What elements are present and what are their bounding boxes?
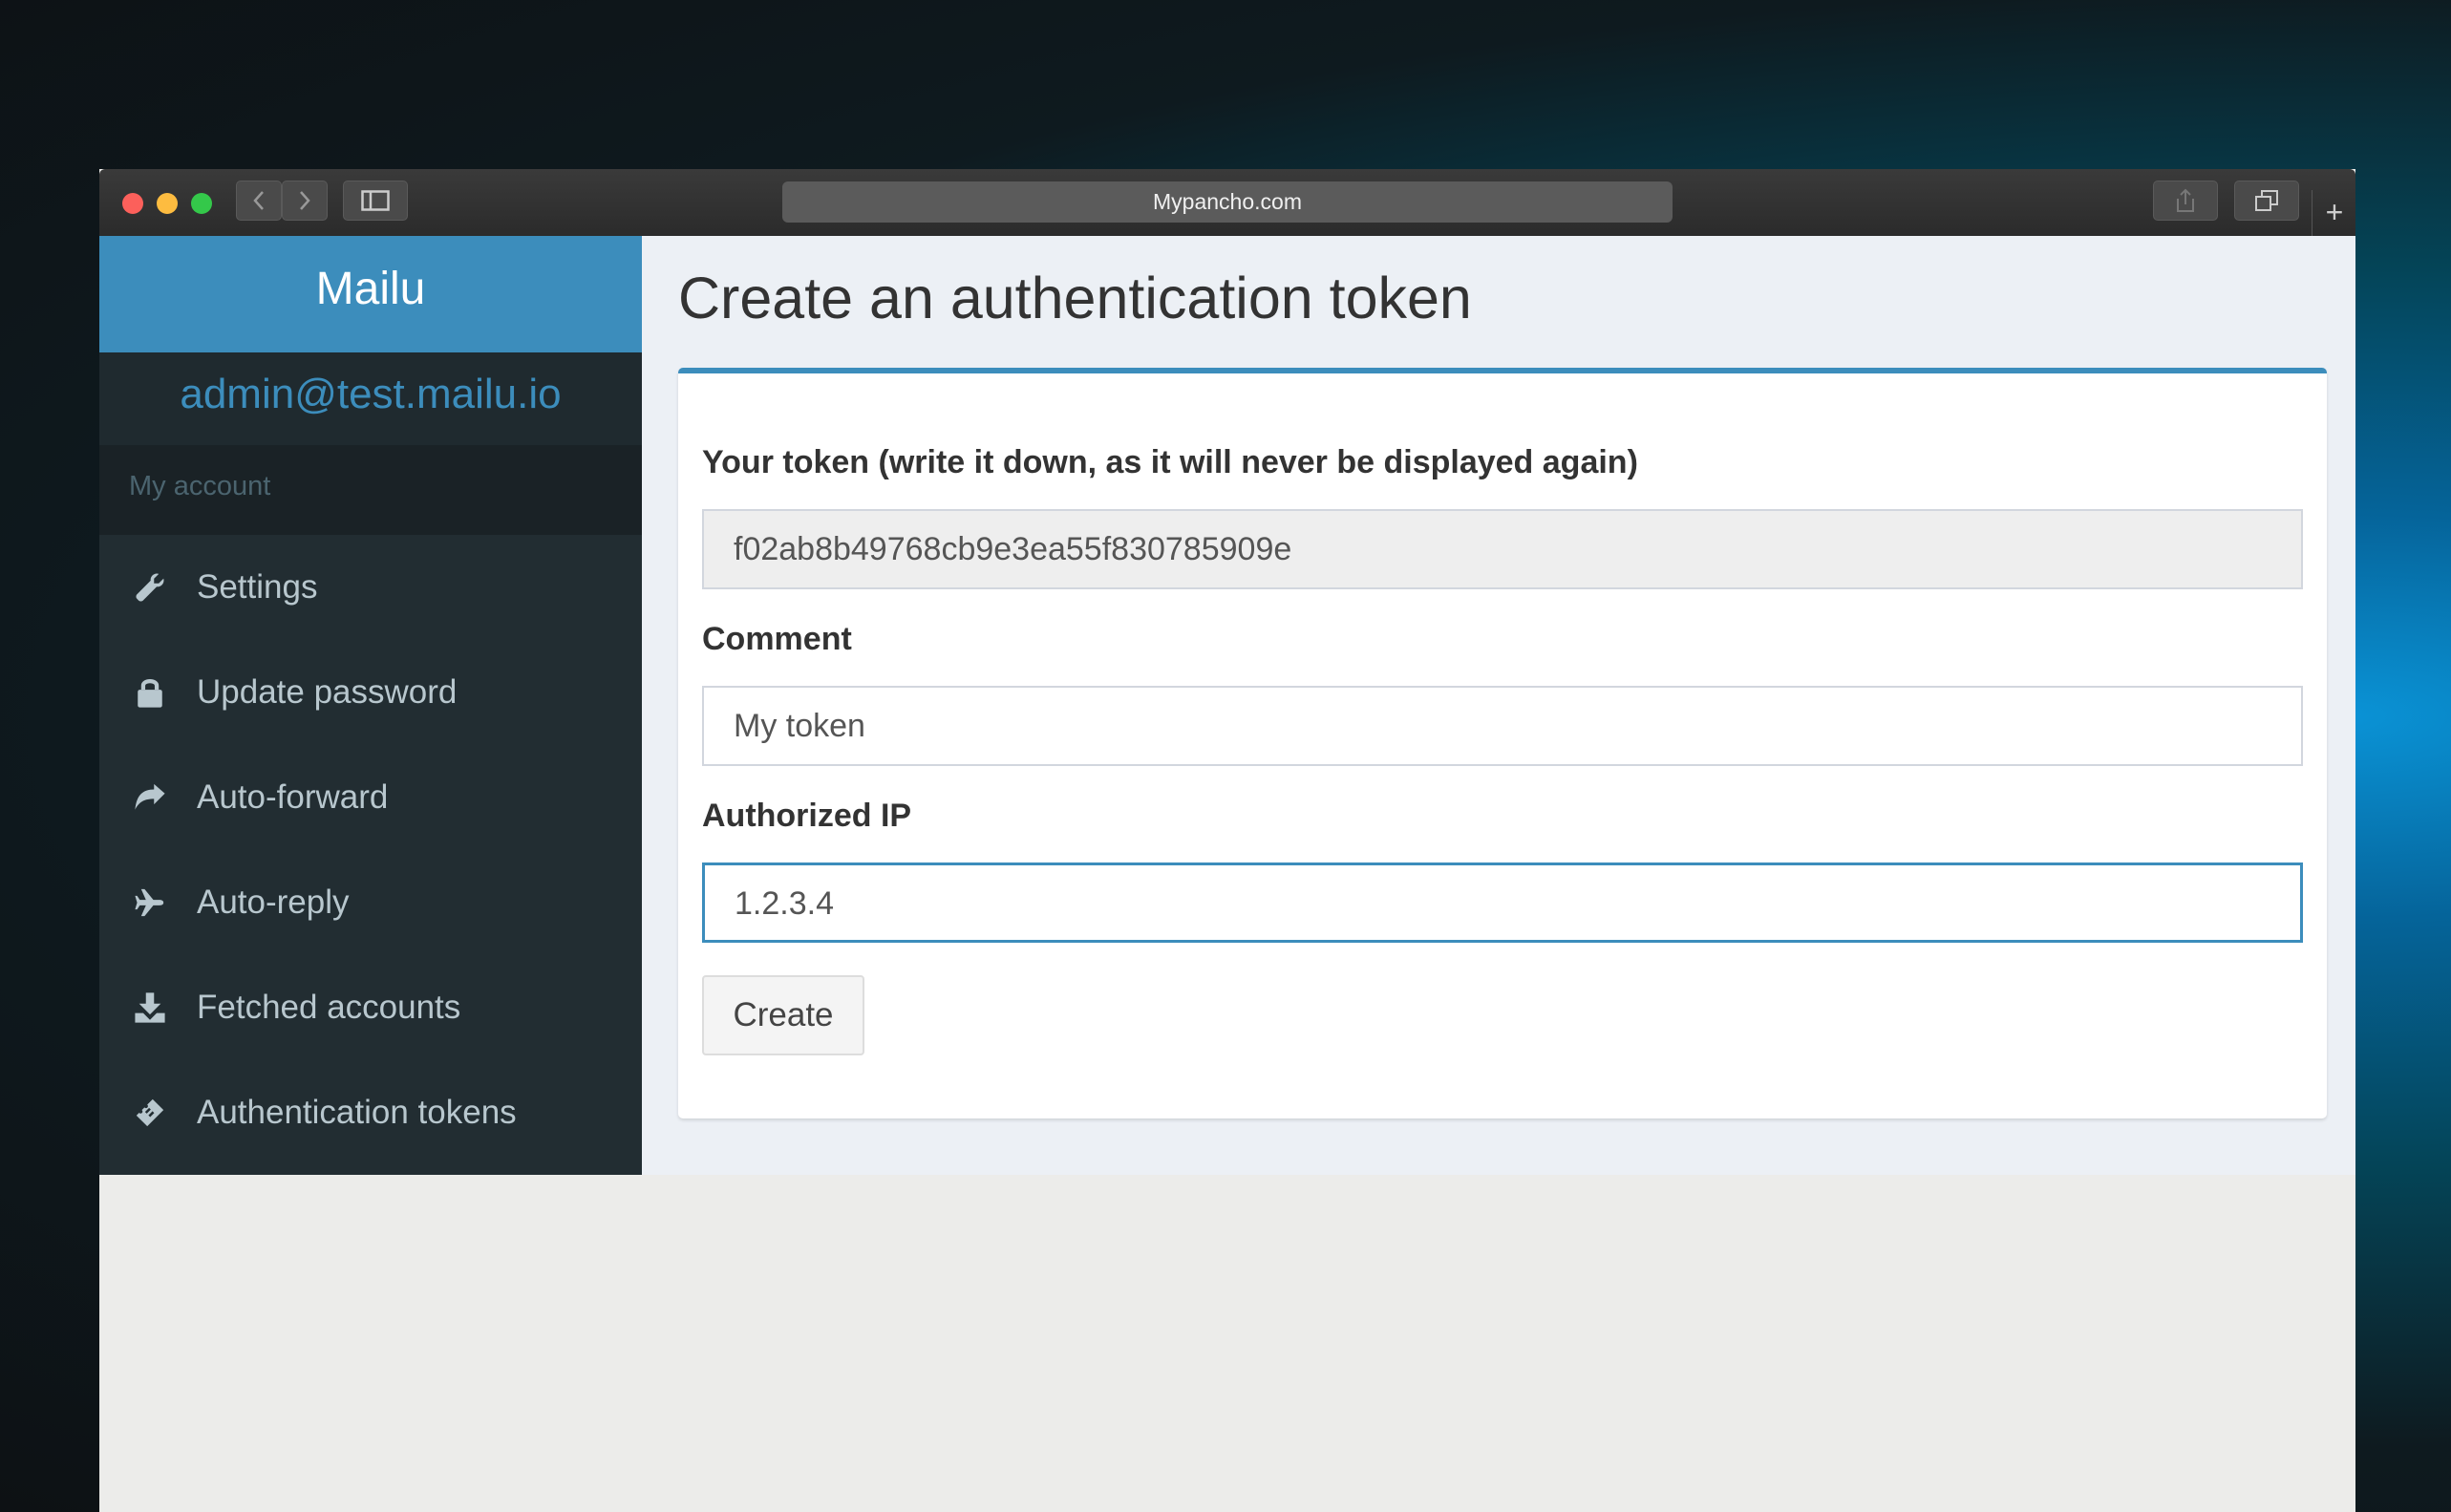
sidebar-section-header: My account — [99, 445, 642, 535]
comment-field[interactable]: My token — [702, 686, 2303, 766]
sidebar-item-label: Settings — [197, 568, 318, 606]
sidebar-item-label: Fetched accounts — [197, 989, 461, 1026]
create-button[interactable]: Create — [702, 975, 864, 1055]
browser-window: Mypancho.com + Mailu admin@test.mailu.io… — [99, 169, 2355, 1512]
token-form-box: Your token (write it down, as it will ne… — [678, 368, 2327, 1118]
tabs-overview-button[interactable] — [2234, 181, 2299, 221]
wrench-icon — [136, 573, 164, 602]
sidebar-item-fetched-accounts[interactable]: Fetched accounts — [99, 955, 642, 1060]
lock-icon — [138, 679, 162, 708]
sidebar-item-label: Authentication tokens — [197, 1094, 517, 1131]
user-email: admin@test.mailu.io — [99, 352, 642, 445]
sidebar-item-settings[interactable]: Settings — [99, 535, 642, 640]
ticket-icon — [136, 1098, 164, 1127]
chevron-right-icon — [300, 191, 310, 210]
authorized-ip-label: Authorized IP — [702, 798, 912, 834]
page-title: Create an authentication token — [678, 266, 1472, 330]
authorized-ip-field[interactable]: 1.2.3.4 — [702, 862, 2303, 943]
new-tab-button[interactable]: + — [2312, 190, 2356, 236]
address-bar[interactable]: Mypancho.com — [782, 181, 1673, 223]
sidebar-item-authentication-tokens[interactable]: Authentication tokens — [99, 1060, 642, 1165]
browser-titlebar: Mypancho.com + — [99, 169, 2355, 237]
sidebar-toggle-button[interactable] — [343, 181, 408, 221]
sidebar-item-label: Auto-reply — [197, 884, 350, 921]
sidebar: Mailu admin@test.mailu.io My account Set… — [99, 236, 642, 1175]
share-arrow-icon — [135, 783, 165, 810]
url-text: Mypancho.com — [1153, 189, 1302, 214]
share-icon — [2177, 188, 2194, 212]
plus-icon: + — [2325, 195, 2344, 229]
sidebar-item-update-password[interactable]: Update password — [99, 640, 642, 745]
sidebar-item-label: Auto-forward — [197, 778, 389, 816]
share-button[interactable] — [2153, 181, 2218, 221]
brand-logo[interactable]: Mailu — [99, 236, 642, 352]
maximize-window-button[interactable] — [191, 193, 212, 214]
token-field[interactable]: f02ab8b49768cb9e3ea55f830785909e — [702, 509, 2303, 589]
comment-label: Comment — [702, 621, 852, 657]
sidebar-icon — [361, 190, 390, 211]
sidebar-item-label: Update password — [197, 673, 458, 711]
sidebar-item-auto-forward[interactable]: Auto-forward — [99, 745, 642, 850]
download-icon — [135, 992, 165, 1023]
plane-icon — [135, 888, 164, 917]
back-button[interactable] — [236, 181, 282, 221]
close-window-button[interactable] — [122, 193, 143, 214]
token-label: Your token (write it down, as it will ne… — [702, 444, 1638, 480]
forward-button[interactable] — [282, 181, 328, 221]
minimize-window-button[interactable] — [157, 193, 178, 214]
sidebar-item-auto-reply[interactable]: Auto-reply — [99, 850, 642, 955]
tabs-icon — [2255, 190, 2278, 211]
main-content: Create an authentication token Your toke… — [642, 236, 2355, 1175]
chevron-left-icon — [253, 191, 264, 210]
